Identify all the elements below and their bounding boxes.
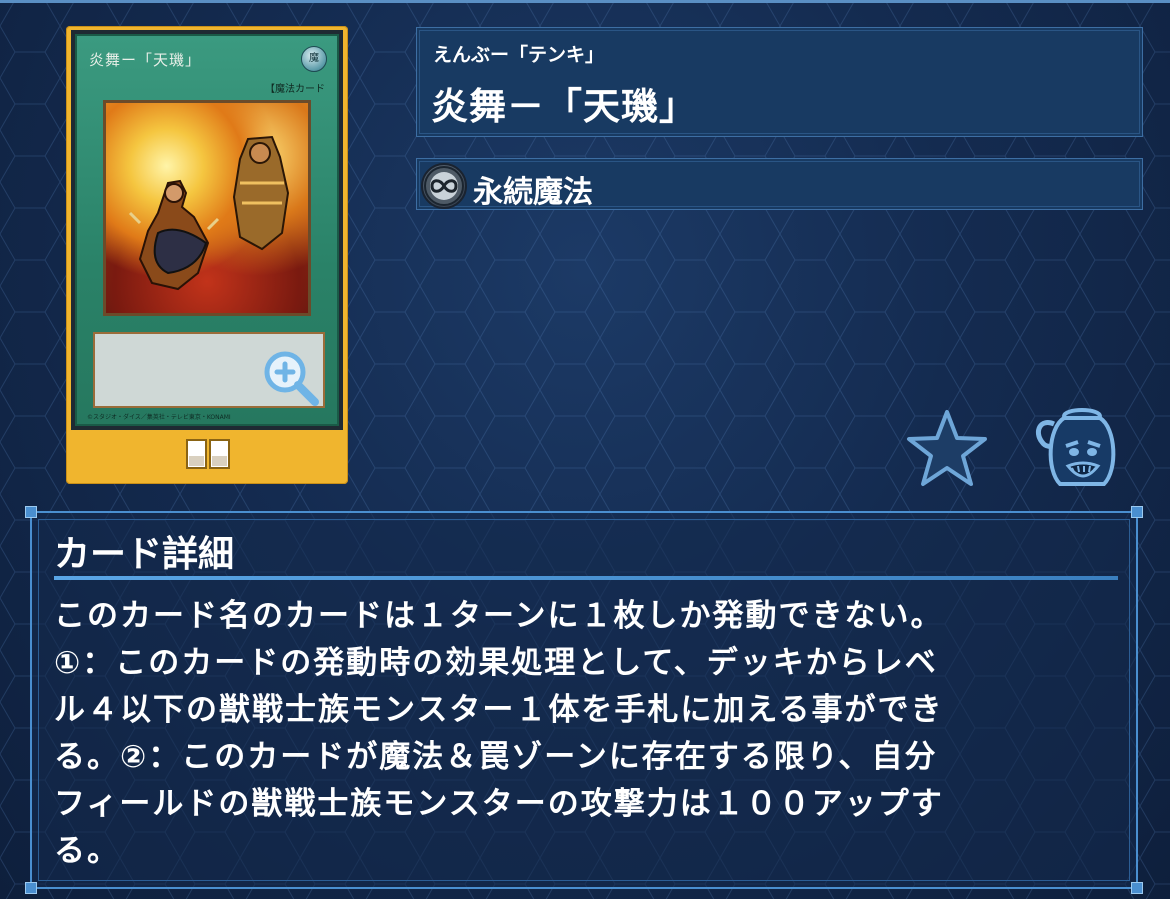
card-frame-icon bbox=[186, 439, 230, 469]
top-border bbox=[0, 0, 1170, 3]
card-image-frame[interactable]: 炎舞ー「天璣」 魔 【魔法カード ©スタジオ・ダイス／集英社・テレビ東京・KON… bbox=[66, 26, 348, 484]
card-name-panel: えんぶー「テンキ」 炎舞－「天璣」 bbox=[416, 27, 1143, 137]
card-details-panel: カード詳細 このカード名のカードは１ターンに１枚しか発動できない。 ①：このカー… bbox=[25, 506, 1143, 894]
panel-corner bbox=[25, 506, 37, 518]
card-effect-text: このカード名のカードは１ターンに１枚しか発動できない。 ①：このカードの発動時の… bbox=[54, 598, 944, 869]
card-face-type: 【魔法カード bbox=[265, 84, 325, 95]
continuous-icon bbox=[421, 163, 467, 209]
card-face-name: 炎舞ー「天璣」 bbox=[89, 51, 202, 69]
pot-of-greed-icon[interactable] bbox=[1030, 406, 1124, 492]
panel-corner bbox=[1131, 506, 1143, 518]
artwork-armored-figure bbox=[232, 135, 290, 251]
card-name-ruby: えんぶー「テンキ」 bbox=[433, 44, 605, 66]
details-heading: カード詳細 bbox=[54, 534, 235, 575]
panel-corner bbox=[25, 882, 37, 894]
spell-type-label: 永続魔法 bbox=[473, 175, 593, 210]
spell-type-panel: 永続魔法 bbox=[416, 158, 1143, 210]
card-copyright: ©スタジオ・ダイス／集英社・テレビ東京・KONAMI bbox=[87, 414, 231, 421]
star-icon[interactable] bbox=[906, 408, 988, 488]
card-name-title: 炎舞－「天璣」 bbox=[431, 85, 697, 128]
zoom-icon[interactable] bbox=[261, 348, 321, 408]
spell-attribute-icon: 魔 bbox=[301, 46, 327, 72]
artwork-warrior-figure bbox=[128, 179, 220, 291]
details-divider bbox=[54, 576, 1118, 580]
card-image[interactable]: 炎舞ー「天璣」 魔 【魔法カード ©スタジオ・ダイス／集英社・テレビ東京・KON… bbox=[71, 30, 343, 430]
panel-corner bbox=[1131, 882, 1143, 894]
card-face: 炎舞ー「天璣」 魔 【魔法カード ©スタジオ・ダイス／集英社・テレビ東京・KON… bbox=[75, 34, 339, 426]
card-artwork bbox=[103, 100, 311, 316]
